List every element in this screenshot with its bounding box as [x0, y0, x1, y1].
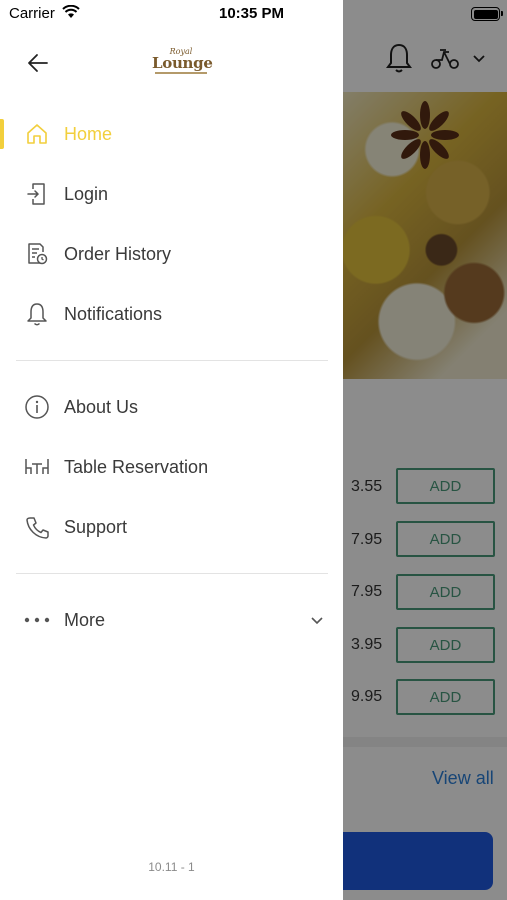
- app-version: 10.11 - 1: [148, 860, 195, 874]
- menu-item-label: About Us: [64, 396, 139, 417]
- menu-item-label: Login: [64, 183, 109, 204]
- menu-item-about-us[interactable]: About Us: [0, 379, 343, 435]
- menu-item-label: Table Reservation: [64, 456, 209, 477]
- chevron-down-icon[interactable]: [309, 614, 325, 626]
- login-icon: [24, 181, 50, 207]
- menu-divider: [16, 573, 328, 574]
- carrier-label: Carrier: [9, 5, 55, 22]
- battery-icon: [471, 7, 503, 21]
- more-dots-icon: [24, 607, 50, 633]
- info-icon: [24, 394, 50, 420]
- table-icon: [24, 454, 50, 480]
- order-history-icon: [24, 241, 50, 267]
- clock: 10:35 PM: [219, 5, 285, 22]
- menu-item-more[interactable]: More: [0, 592, 343, 648]
- phone-icon: [24, 514, 50, 540]
- menu-item-label: Notifications: [64, 303, 163, 324]
- home-icon: [24, 121, 50, 147]
- navigation-drawer: Royal Lounge Home Login Order History No…: [0, 0, 343, 900]
- menu-item-notifications[interactable]: Notifications: [0, 286, 343, 342]
- bell-icon: [24, 301, 50, 327]
- menu-item-label: Home: [64, 123, 113, 144]
- back-arrow-icon[interactable]: [26, 51, 50, 75]
- menu-item-order-history[interactable]: Order History: [0, 226, 343, 282]
- status-bar: Carrier 10:35 PM: [0, 0, 507, 28]
- wifi-icon: [62, 5, 80, 18]
- brand-logo: Royal Lounge: [152, 47, 213, 74]
- menu-item-home[interactable]: Home: [0, 106, 343, 162]
- menu-item-label: Support: [64, 516, 128, 537]
- menu-item-label: Order History: [64, 243, 172, 264]
- menu-item-label: More: [64, 609, 106, 630]
- menu-item-table-reservation[interactable]: Table Reservation: [0, 439, 343, 495]
- drawer-scrim[interactable]: [343, 0, 507, 900]
- menu-item-login[interactable]: Login: [0, 166, 343, 222]
- menu-item-support[interactable]: Support: [0, 499, 343, 555]
- menu-divider: [16, 360, 328, 361]
